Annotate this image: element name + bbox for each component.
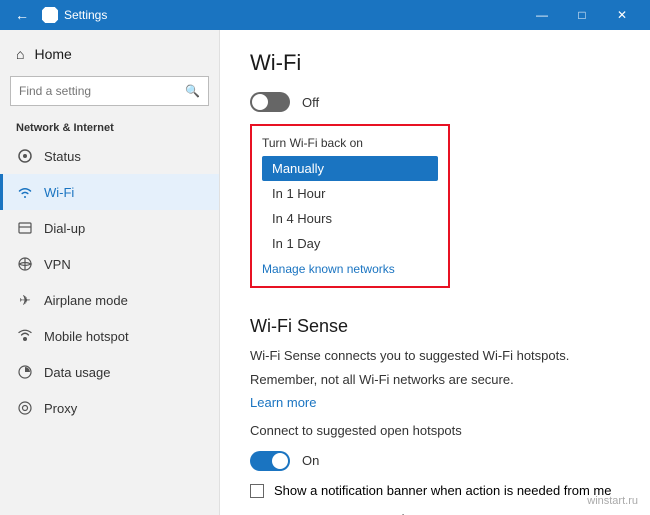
sidebar-item-home[interactable]: ⌂ Home [0,38,219,70]
dropdown-option-1day[interactable]: In 1 Day [262,231,438,256]
sidebar-item-proxy[interactable]: Proxy [0,390,219,426]
sidebar-item-wifi[interactable]: Wi-Fi [0,174,219,210]
sidebar-item-datausage[interactable]: Data usage [0,354,219,390]
wifi-sense-text1: Wi-Fi Sense connects you to suggested Wi… [250,347,620,365]
sidebar-item-label: Dial-up [44,221,85,236]
dropdown-option-1hour[interactable]: In 1 Hour [262,181,438,206]
status-icon [16,147,34,165]
maximize-button[interactable]: □ [562,0,602,30]
sidebar-item-label: Wi-Fi [44,185,74,200]
content-area: Wi-Fi Off Turn Wi-Fi back on Manually In… [220,30,650,515]
dropdown-option-manually[interactable]: Manually [262,156,438,181]
wifi-sense-text2: Remember, not all Wi-Fi networks are sec… [250,371,620,389]
sidebar-item-dialup[interactable]: Dial-up [0,210,219,246]
minimize-button[interactable]: — [522,0,562,30]
settings-icon [42,7,58,23]
mobile-hotspot-icon [16,327,34,345]
window-controls: — □ ✕ [522,0,642,30]
dropdown-options: Manually In 1 Hour In 4 Hours In 1 Day [262,156,438,256]
sidebar-item-label: Proxy [44,401,77,416]
page-title: Wi-Fi [250,50,620,76]
connect-label: Connect to suggested open hotspots [250,422,462,440]
sidebar-section-label: Network & Internet [0,112,219,138]
connect-hotspots-row: Connect to suggested open hotspots [250,422,620,440]
sidebar-item-label: Data usage [44,365,111,380]
titlebar-title: Settings [64,8,522,22]
data-usage-icon [16,363,34,381]
sidebar: ⌂ Home 🔍 Network & Internet Status Wi-Fi… [0,30,220,515]
notification-label: Show a notification banner when action i… [274,483,611,498]
notification-row: Show a notification banner when action i… [250,483,620,498]
wifi-toggle-label: Off [302,95,319,110]
dropdown-panel-label: Turn Wi-Fi back on [262,136,438,150]
connect-toggle[interactable] [250,451,290,471]
connect-toggle-row: On [250,451,620,471]
sidebar-item-status[interactable]: Status [0,138,219,174]
search-input[interactable] [19,84,185,98]
sidebar-item-airplane[interactable]: ✈ Airplane mode [0,282,219,318]
home-label: Home [34,46,71,62]
sidebar-item-label: Status [44,149,81,164]
vpn-icon [16,255,34,273]
sidebar-item-label: Airplane mode [44,293,128,308]
search-icon: 🔍 [185,84,200,98]
sidebar-item-label: VPN [44,257,71,272]
dialup-icon [16,219,34,237]
sidebar-item-hotspot[interactable]: Mobile hotspot [0,318,219,354]
sidebar-item-label: Mobile hotspot [44,329,129,344]
app-body: ⌂ Home 🔍 Network & Internet Status Wi-Fi… [0,30,650,515]
learn-more-link[interactable]: Learn more [250,395,316,410]
close-button[interactable]: ✕ [602,0,642,30]
turn-wifi-back-panel: Turn Wi-Fi back on Manually In 1 Hour In… [250,124,450,288]
back-button[interactable]: ← [8,1,36,29]
proxy-icon [16,399,34,417]
dropdown-option-4hours[interactable]: In 4 Hours [262,206,438,231]
hotspot-title: Hotspot 2.0 networks [250,512,620,515]
watermark: winstart.ru [587,495,638,507]
manage-networks-link[interactable]: Manage known networks [262,262,438,276]
home-icon: ⌂ [16,46,24,62]
wifi-icon [16,183,34,201]
notification-checkbox[interactable] [250,484,264,498]
sidebar-item-vpn[interactable]: VPN [0,246,219,282]
search-box[interactable]: 🔍 [10,76,209,106]
titlebar: ← Settings — □ ✕ [0,0,650,30]
wifi-toggle-row: Off [250,92,620,112]
wifi-toggle[interactable] [250,92,290,112]
airplane-icon: ✈ [16,291,34,309]
connect-toggle-label: On [302,453,319,468]
wifi-sense-title: Wi-Fi Sense [250,316,620,337]
